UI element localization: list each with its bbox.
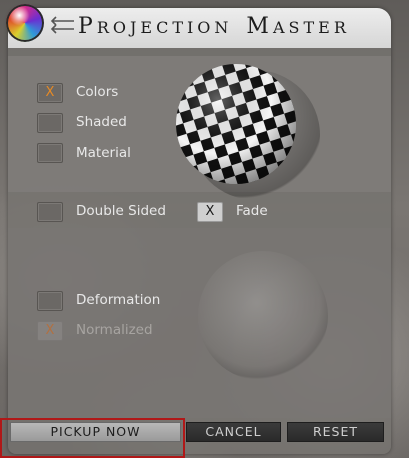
cancel-button[interactable]: CANCEL bbox=[186, 422, 281, 442]
checkerboard-sphere-preview bbox=[176, 64, 296, 184]
fade-checkbox[interactable]: X bbox=[197, 202, 223, 222]
colors-checkbox[interactable]: X bbox=[37, 83, 63, 103]
button-row: PICKUP NOW CANCEL RESET bbox=[0, 422, 384, 446]
double-arrow-icon bbox=[50, 16, 74, 34]
deformation-checkbox[interactable] bbox=[37, 291, 63, 311]
normalized-checkbox[interactable]: X bbox=[37, 321, 63, 341]
material-label: Material bbox=[76, 145, 131, 161]
shaded-checkbox[interactable] bbox=[37, 113, 63, 133]
fade-label: Fade bbox=[236, 203, 268, 219]
colors-label: Colors bbox=[76, 84, 119, 100]
double-sided-label: Double Sided bbox=[76, 203, 166, 219]
normalized-label: Normalized bbox=[76, 322, 153, 338]
reset-button[interactable]: RESET bbox=[287, 422, 384, 442]
shaded-label: Shaded bbox=[76, 114, 127, 130]
double-sided-checkbox[interactable] bbox=[37, 202, 63, 222]
deformation-preview-sphere bbox=[198, 251, 328, 381]
material-checkbox[interactable] bbox=[37, 143, 63, 163]
projection-master-sphere-icon bbox=[6, 4, 44, 42]
window-title: PROJECTION MASTER bbox=[78, 14, 350, 39]
deformation-label: Deformation bbox=[76, 292, 161, 308]
pickup-now-button[interactable]: PICKUP NOW bbox=[10, 422, 181, 442]
